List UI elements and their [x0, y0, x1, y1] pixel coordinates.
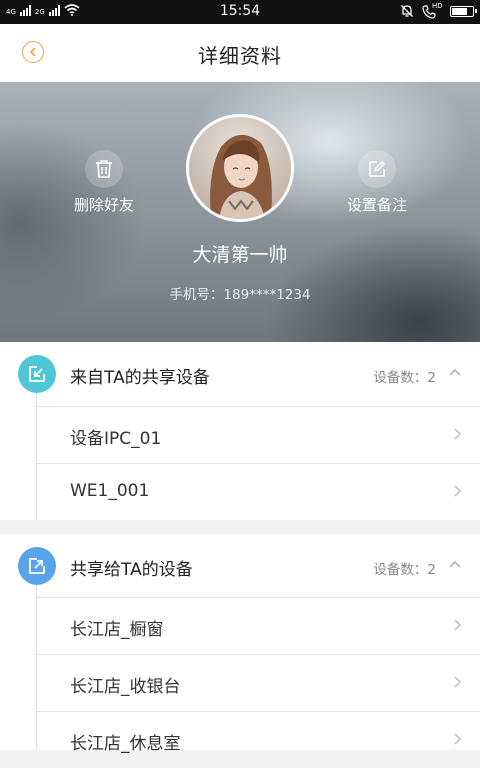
shared-to-section: 共享给TA的设备 设备数：2 长江店_橱窗 长江店_收银台 长江店_休息室 — [0, 534, 480, 754]
list-item[interactable]: 设备IPC_01 — [37, 406, 480, 463]
shared-from-title: 来自TA的共享设备 — [70, 368, 210, 388]
incoming-share-icon — [18, 355, 56, 393]
device-name: 长江店_休息室 — [70, 734, 181, 754]
shared-from-section: 来自TA的共享设备 设备数：2 设备IPC_01 WE1_001 — [0, 342, 480, 520]
avatar — [186, 114, 294, 222]
avatar-portrait — [189, 117, 291, 219]
chevron-up-icon[interactable] — [448, 558, 462, 572]
chevron-right-icon — [454, 619, 462, 631]
edit-icon — [369, 161, 385, 177]
list-item[interactable]: 长江店_收银台 — [37, 654, 480, 711]
hd-label: HD — [432, 2, 443, 10]
chevron-up-icon[interactable] — [448, 366, 462, 380]
status-bar: 4G 2G 15:54 HD — [0, 0, 480, 24]
chevron-right-icon — [454, 676, 462, 688]
trash-icon — [96, 160, 112, 178]
delete-friend-button[interactable]: 删除好友 — [54, 150, 154, 215]
device-name: 设备IPC_01 — [70, 429, 162, 449]
delete-friend-label: 删除好友 — [73, 196, 134, 214]
edit-icon-circle — [358, 150, 396, 188]
profile-name: 大清第一帅 — [192, 244, 288, 266]
profile-phone: 手机号：189****1234 — [169, 287, 311, 303]
shared-from-count: 设备数：2 — [373, 370, 436, 386]
device-name: WE1_001 — [70, 481, 150, 501]
page-title: 详细资料 — [198, 44, 282, 68]
chevron-right-icon — [454, 428, 462, 440]
list-item[interactable]: WE1_001 — [37, 463, 480, 520]
profile-header: 删除好友 设置备注 大清第一帅 手机号：189****1234 — [0, 82, 480, 342]
hd-call-icon: HD — [422, 2, 443, 19]
chevron-right-icon — [454, 485, 462, 497]
shared-to-count: 设备数：2 — [373, 562, 436, 578]
status-right: HD — [400, 2, 477, 19]
trash-icon-circle — [85, 150, 123, 188]
nav-bar: 详细资料 — [0, 24, 480, 82]
battery-icon — [450, 5, 477, 17]
list-item[interactable]: 长江店_休息室 — [37, 711, 480, 768]
outgoing-share-icon — [18, 547, 56, 585]
shared-to-header[interactable]: 共享给TA的设备 设备数：2 — [0, 534, 480, 598]
set-remark-button[interactable]: 设置备注 — [327, 150, 427, 215]
battery-fill — [452, 7, 467, 15]
shared-to-title: 共享给TA的设备 — [70, 560, 193, 580]
device-name: 长江店_收银台 — [70, 677, 181, 697]
chevron-right-icon — [454, 733, 462, 745]
list-item[interactable]: 长江店_橱窗 — [37, 597, 480, 654]
mute-icon — [401, 5, 413, 17]
set-remark-label: 设置备注 — [346, 196, 407, 214]
shared-from-header[interactable]: 来自TA的共享设备 设备数：2 — [0, 342, 480, 406]
device-name: 长江店_橱窗 — [70, 620, 164, 640]
